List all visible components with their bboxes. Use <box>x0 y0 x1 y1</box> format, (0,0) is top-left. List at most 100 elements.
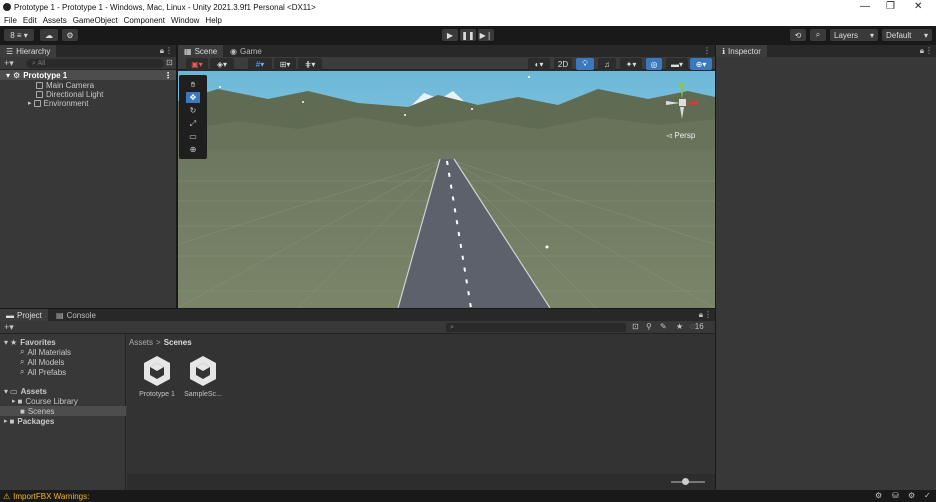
audio-toggle-icon[interactable]: ♫ <box>598 58 616 70</box>
account-button[interactable]: 8 ≡ ▾ <box>4 29 34 41</box>
menu-help[interactable]: Help <box>205 16 221 25</box>
collab-icon[interactable]: ⚙ <box>62 29 78 41</box>
cache-icon[interactable]: ⛁ <box>892 491 899 500</box>
scale-tool-icon[interactable]: ⤢ <box>186 118 200 129</box>
gizmos-icon[interactable]: ⊕▾ <box>690 58 712 70</box>
menu-gameobject[interactable]: GameObject <box>73 16 118 25</box>
hierarchy-scene-row[interactable]: ▾ ⚙ Prototype 1 ⋮ <box>0 70 176 80</box>
perspective-label[interactable]: ◅ Persp <box>666 131 695 140</box>
search-icon: ⌕ <box>20 357 25 366</box>
more-icon[interactable]: ⋮ <box>165 46 173 55</box>
orientation-gizmo[interactable]: y z <box>662 79 702 123</box>
tab-console[interactable]: ▤ Console <box>50 309 102 321</box>
menu-edit[interactable]: Edit <box>23 16 37 25</box>
zoom-slider-thumb[interactable] <box>681 478 689 485</box>
tab-game[interactable]: ◉ Game <box>224 45 268 57</box>
progress-icon[interactable]: ⚙ <box>875 491 882 500</box>
close-button[interactable]: ✕ <box>914 1 922 12</box>
favorites-item-label: All Materials <box>27 347 72 357</box>
search-by-label-icon[interactable]: ⚲ <box>646 322 652 331</box>
search-icon[interactable]: ⌕ <box>810 29 826 41</box>
camera-settings-icon[interactable]: ▬▾ <box>666 58 688 70</box>
draw-mode-icon[interactable]: ▣▾ <box>186 58 208 70</box>
lighting-toggle-icon[interactable]: 💡︎ <box>576 58 594 70</box>
expand-arrow-icon: ▾ <box>6 70 11 80</box>
folder-icon: ■ <box>20 406 25 416</box>
status-bar: ⚠ ImportFBX Warnings: ⚙ ⛁ ⚙ ✓ <box>0 490 936 502</box>
tag-icon[interactable]: ✎ <box>660 322 667 331</box>
project-search-input[interactable]: ⌕ <box>446 323 626 332</box>
layout-label: Default <box>886 30 912 40</box>
step-button[interactable]: ▶❘ <box>478 29 494 41</box>
history-icon[interactable]: ⟲ <box>790 29 806 41</box>
particle <box>404 114 406 116</box>
mode-2d-button[interactable]: 2D <box>554 58 572 70</box>
menu-window[interactable]: Window <box>171 16 199 25</box>
hierarchy-tabstrip: ☰ Hierarchy 🔒︎ ⋮ <box>0 45 176 57</box>
hand-tool-icon[interactable]: ✋︎ <box>186 79 200 90</box>
breadcrumb-current[interactable]: Scenes <box>164 338 192 347</box>
checkmark-icon[interactable]: ✓ <box>924 491 931 500</box>
scene-viewport[interactable] <box>178 71 715 308</box>
move-tool-icon[interactable]: ✥ <box>186 92 200 103</box>
asset-folder[interactable]: ■ Scenes <box>0 406 126 416</box>
asset-folder[interactable]: ▸ ■ Course Library <box>12 396 78 406</box>
more-icon[interactable]: ⋮ <box>925 46 933 55</box>
more-icon[interactable]: ⋮ <box>703 46 711 55</box>
tab-hierarchy[interactable]: ☰ Hierarchy <box>0 45 57 57</box>
increment-snap-icon[interactable]: ⊞▾ <box>274 58 296 70</box>
orientation-icon[interactable]: ◐▾ <box>528 58 550 70</box>
search-by-type-icon[interactable]: ⊡ <box>632 322 639 331</box>
project-tabstrip: ▬ Project ▤ Console 🔒︎ ⋮ <box>0 309 715 321</box>
more-icon[interactable]: ⋮ <box>164 71 172 80</box>
tab-project[interactable]: ▬ Project <box>0 309 48 321</box>
menu-component[interactable]: Component <box>124 16 165 25</box>
scene-asset-item[interactable]: Prototype 1 <box>135 354 179 406</box>
asset-label: Prototype 1 <box>139 391 175 398</box>
zoom-slider[interactable] <box>671 478 705 485</box>
more-icon[interactable]: ⋮ <box>704 310 712 319</box>
favorite-star-icon[interactable]: ★ <box>676 322 683 331</box>
hidden-packages-icon[interactable]: ◌16 <box>690 322 704 331</box>
scene-icon: ⚙ <box>13 70 21 80</box>
layers-dropdown[interactable]: Layers ▾ <box>830 29 878 41</box>
shading-icon[interactable]: ◈▾ <box>210 58 234 70</box>
menu-assets[interactable]: Assets <box>43 16 67 25</box>
play-button[interactable]: ▶ <box>442 29 458 41</box>
grid-snap-icon[interactable]: #▾ <box>248 58 272 70</box>
hidden-objects-icon[interactable]: ◎ <box>646 58 662 70</box>
menu-file[interactable]: File <box>4 16 17 25</box>
effects-toggle-icon[interactable]: ✦▾ <box>620 58 642 70</box>
rect-tool-icon[interactable]: ▭ <box>186 131 200 142</box>
tab-inspector[interactable]: ℹ Inspector <box>716 45 767 57</box>
lock-icon[interactable]: 🔒︎ <box>699 310 703 320</box>
tab-scene[interactable]: ▦ Scene <box>178 45 224 57</box>
grid-visibility-icon[interactable]: ⋕▾ <box>298 58 322 70</box>
hierarchy-item[interactable]: ▸ Environment <box>28 98 88 108</box>
minimize-button[interactable]: — <box>860 1 870 12</box>
favorites-item[interactable]: ⌕ All Materials <box>20 347 71 357</box>
filter-icon[interactable]: ⊡ <box>166 58 173 67</box>
maximize-button[interactable]: ❐ <box>886 1 895 12</box>
packages-row[interactable]: ▸ ■ Packages <box>4 416 54 426</box>
create-icon[interactable]: +▾ <box>4 322 14 333</box>
favorites-row[interactable]: ▾ ★ Favorites <box>4 337 56 347</box>
add-icon[interactable]: +▾ <box>4 58 14 69</box>
layout-dropdown[interactable]: Default ▾ <box>882 29 932 41</box>
layers-label: Layers <box>834 30 859 40</box>
transform-tool-icon[interactable]: ⊕ <box>186 144 200 155</box>
breadcrumb-root[interactable]: Assets <box>129 338 153 347</box>
cloud-icon[interactable]: ☁ <box>40 29 58 41</box>
hierarchy-search-input[interactable]: ⌕ All <box>26 59 164 68</box>
debug-icon[interactable]: ⚙ <box>908 491 915 500</box>
status-warning-text[interactable]: ImportFBX Warnings: <box>13 492 89 501</box>
lock-icon[interactable]: 🔒︎ <box>160 46 164 56</box>
favorites-item[interactable]: ⌕ All Prefabs <box>20 367 66 377</box>
favorites-item[interactable]: ⌕ All Models <box>20 357 64 367</box>
scene-asset-item[interactable]: SampleSc... <box>181 354 225 406</box>
assets-row[interactable]: ▾ ▭ Assets <box>4 386 47 396</box>
rotate-tool-icon[interactable]: ↻ <box>186 105 200 116</box>
lock-icon[interactable]: 🔒︎ <box>920 46 924 56</box>
pause-button[interactable]: ❚❚ <box>460 29 476 41</box>
expand-arrow-icon: ▸ <box>28 100 32 107</box>
